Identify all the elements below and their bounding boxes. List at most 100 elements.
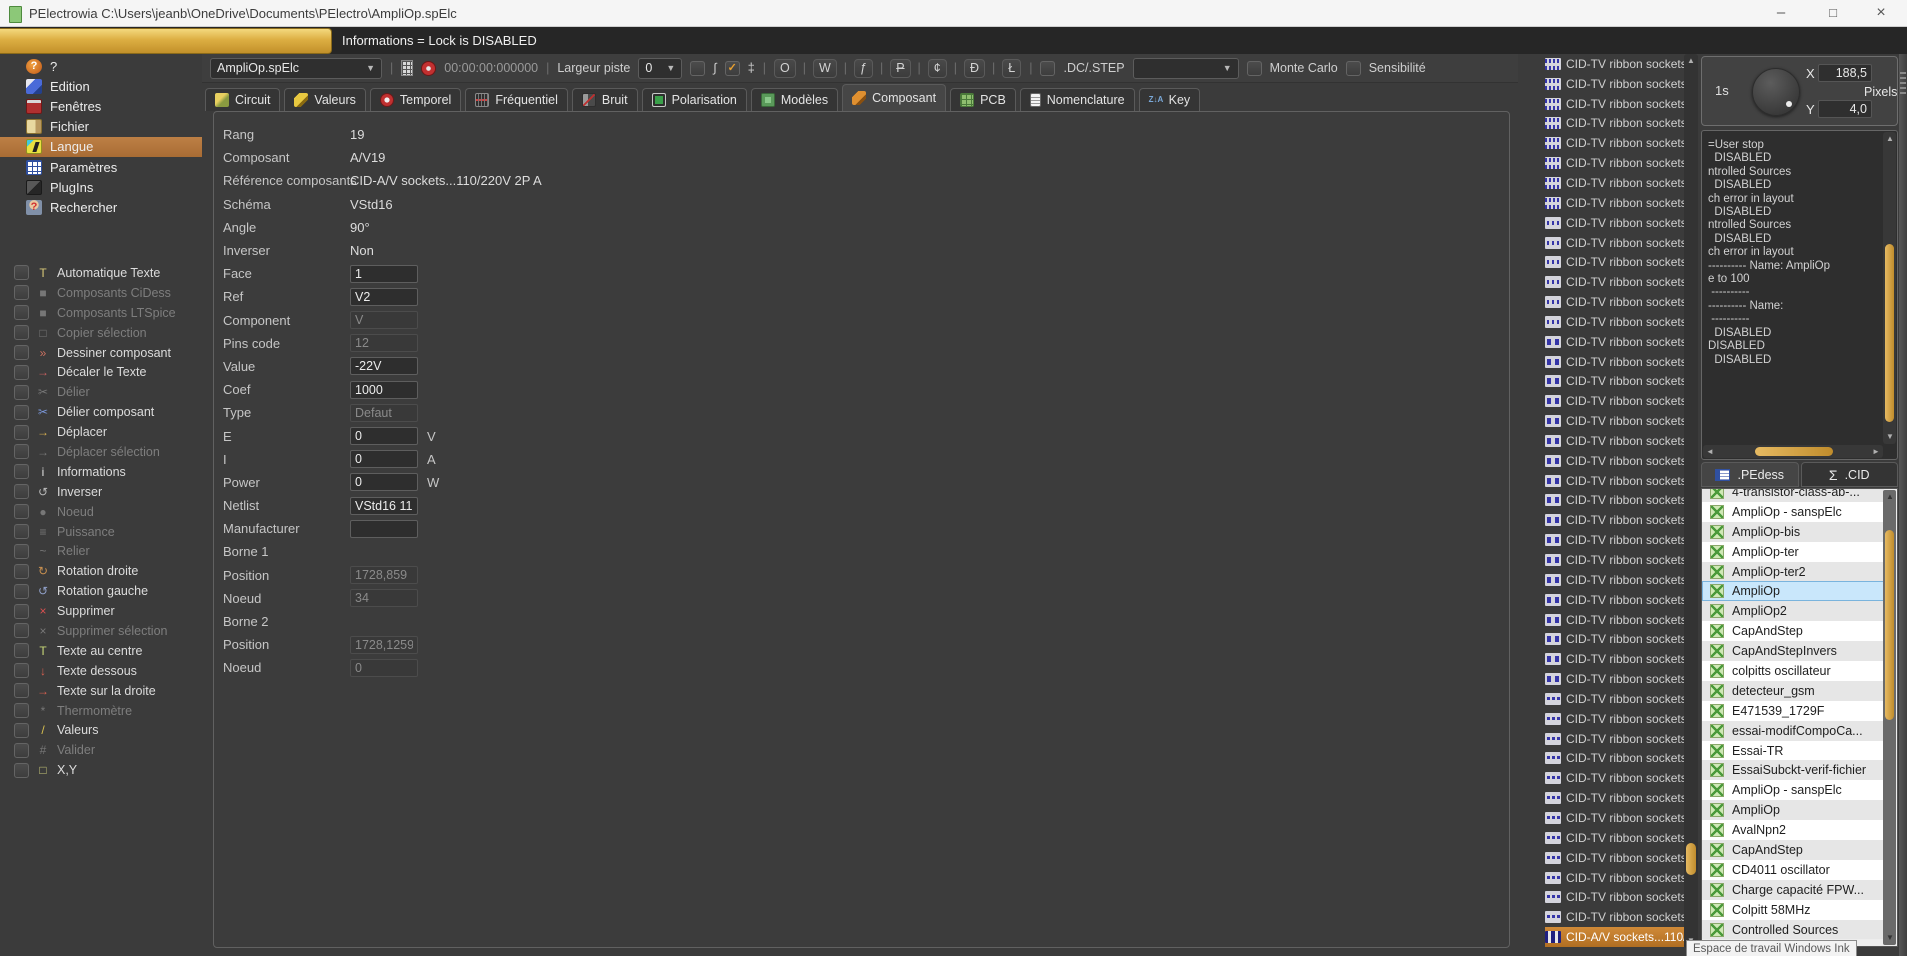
value-field[interactable] <box>350 357 418 375</box>
tool-checkbox[interactable] <box>14 544 29 559</box>
scroll-up-icon[interactable]: ▲ <box>1883 132 1897 146</box>
component-list-item[interactable]: CID-TV ribbon sockets <box>1545 391 1684 411</box>
tool-checkbox[interactable] <box>14 504 29 519</box>
tab-pcb[interactable]: PCB <box>950 88 1016 111</box>
tool-checkbox[interactable] <box>14 365 29 380</box>
tool-item-informations[interactable]: iInformations <box>14 462 204 482</box>
component-list-item[interactable]: CID-TV ribbon sockets <box>1545 649 1684 669</box>
component-list-item[interactable]: CID-TV ribbon sockets <box>1545 570 1684 590</box>
tool-checkbox[interactable] <box>14 345 29 360</box>
largeur-piste-select[interactable]: 0 ▼ <box>638 58 682 79</box>
component-list-item[interactable]: CID-TV ribbon sockets <box>1545 193 1684 213</box>
tab-valeurs[interactable]: Valeurs <box>284 88 365 111</box>
tool-checkbox[interactable] <box>14 305 29 320</box>
sidebar-item-fen-tres[interactable]: Fenêtres <box>0 96 202 116</box>
speed-knob[interactable] <box>1752 68 1800 116</box>
component-list-item[interactable]: CID-TV ribbon sockets <box>1545 848 1684 868</box>
component-list-item[interactable]: CID-TV ribbon sockets <box>1545 352 1684 372</box>
file-row[interactable]: Controlled Sources <box>1702 920 1884 940</box>
sidebar-item-param-tres[interactable]: Paramètres <box>0 157 202 177</box>
file-row[interactable]: AmpliOp-bis <box>1702 522 1884 542</box>
file-row[interactable]: essai-modifCompoCa... <box>1702 721 1884 741</box>
tool-item-x-y[interactable]: □X,Y <box>14 760 204 780</box>
component-list-item[interactable]: CID-TV ribbon sockets <box>1545 669 1684 689</box>
tool-item-dessiner-composant[interactable]: »Dessiner composant <box>14 343 204 363</box>
component-list-item[interactable]: CID-TV ribbon sockets <box>1545 471 1684 491</box>
splitter-grip-icon[interactable] <box>1900 72 1906 94</box>
file-row[interactable]: E471539_1729F <box>1702 701 1884 721</box>
file-row[interactable]: EssaiSubckt-verif-fichier <box>1702 760 1884 780</box>
component-list-item[interactable]: CID-TV ribbon sockets <box>1545 272 1684 292</box>
file-list-scrollbar[interactable]: ▲ ▼ <box>1883 490 1896 945</box>
component-list-item[interactable]: CID-TV ribbon sockets <box>1545 887 1684 907</box>
file-row[interactable]: CapAndStepInvers <box>1702 641 1884 661</box>
tool-checkbox[interactable] <box>14 524 29 539</box>
tool-item-texte-sur-la-droite[interactable]: →Texte sur la droite <box>14 681 204 701</box>
file-row[interactable]: colpitts oscillateur <box>1702 661 1884 681</box>
component-list-item[interactable]: CID-TV ribbon sockets <box>1545 451 1684 471</box>
component-list-item[interactable]: CID-TV ribbon sockets <box>1545 411 1684 431</box>
file-row[interactable]: Colpitt 58MHz <box>1702 900 1884 920</box>
component-list-item[interactable]: CID-TV ribbon sockets <box>1545 233 1684 253</box>
file-row[interactable]: AmpliOp2 <box>1702 601 1884 621</box>
file-row[interactable]: AmpliOp-ter2 <box>1702 562 1884 582</box>
component-list-item[interactable]: CID-TV ribbon sockets <box>1545 94 1684 114</box>
component-list-item[interactable]: CID-TV ribbon sockets <box>1545 173 1684 193</box>
sidebar-item-rechercher[interactable]: ?Rechercher <box>0 197 202 217</box>
component-list-item[interactable]: CID-TV ribbon sockets <box>1545 491 1684 511</box>
tab-pedess[interactable]: .PEdess <box>1701 462 1799 487</box>
tool-checkbox[interactable] <box>14 763 29 778</box>
monte-carlo-checkbox[interactable] <box>1247 61 1262 76</box>
tool-checkbox[interactable] <box>14 405 29 420</box>
unit-button-item[interactable]: ¢ <box>928 59 947 78</box>
tab-fr-quentiel[interactable]: Fréquentiel <box>465 88 568 111</box>
tool-checkbox[interactable] <box>14 623 29 638</box>
scroll-up-icon[interactable]: ▲ <box>1883 490 1897 504</box>
component-list-item[interactable]: CID-TV ribbon sockets <box>1545 510 1684 530</box>
component-list-item[interactable]: CID-TV ribbon sockets <box>1545 749 1684 769</box>
unit-button-p[interactable]: P <box>890 59 910 78</box>
right-edge-splitter[interactable] <box>1899 54 1907 956</box>
tool-item-texte-au-centre[interactable]: TTexte au centre <box>14 641 204 661</box>
y-coordinate-field[interactable] <box>1818 100 1872 118</box>
scrollbar-thumb[interactable] <box>1885 530 1894 720</box>
component-list-scrollbar[interactable]: ▲ ▼ <box>1684 54 1698 948</box>
sidebar-item-plugins[interactable]: PlugIns <box>0 177 202 197</box>
tool-checkbox[interactable] <box>14 444 29 459</box>
sidebar-item-fichier[interactable]: Fichier <box>0 117 202 137</box>
schema-select[interactable]: AmpliOp.spElc ▼ <box>210 58 382 79</box>
e-field[interactable] <box>350 427 418 445</box>
tab-cid[interactable]: Σ.CID <box>1801 462 1899 487</box>
tab-bruit[interactable]: Bruit <box>572 88 638 111</box>
power-field[interactable] <box>350 473 418 491</box>
file-row[interactable]: CapAndStep <box>1702 621 1884 641</box>
file-row[interactable]: AmpliOp-ter <box>1702 542 1884 562</box>
x-coordinate-field[interactable] <box>1818 64 1872 82</box>
tool-item-valeurs[interactable]: /Valeurs <box>14 720 204 740</box>
tool-item-automatique-texte[interactable]: TAutomatique Texte <box>14 263 204 283</box>
component-list-item[interactable]: CID-TV ribbon sockets <box>1545 114 1684 134</box>
component-list-item[interactable]: CID-TV ribbon sockets <box>1545 292 1684 312</box>
file-row[interactable]: AvalNpn2 <box>1702 820 1884 840</box>
component-list-item[interactable]: CID-TV ribbon sockets <box>1545 431 1684 451</box>
tool-item-d-lier-composant[interactable]: ✂Délier composant <box>14 402 204 422</box>
component-list-item[interactable]: CID-TV ribbon sockets <box>1545 550 1684 570</box>
i-field[interactable] <box>350 450 418 468</box>
tool-checkbox[interactable] <box>14 265 29 280</box>
tab-key[interactable]: Z↓AKey <box>1139 88 1201 111</box>
close-button[interactable]: × <box>1858 0 1904 26</box>
tool-checkbox[interactable] <box>14 604 29 619</box>
tool-item-texte-dessous[interactable]: ↓Texte dessous <box>14 661 204 681</box>
tool-checkbox[interactable] <box>14 683 29 698</box>
minimize-button[interactable]: – <box>1758 0 1804 26</box>
tool-item-rotation-gauche[interactable]: ↺Rotation gauche <box>14 581 204 601</box>
tool-checkbox[interactable] <box>14 385 29 400</box>
sensibilite-checkbox[interactable] <box>1346 61 1361 76</box>
manufacturer-field[interactable] <box>350 520 418 538</box>
component-list-item[interactable]: CID-TV ribbon sockets <box>1545 768 1684 788</box>
scrollbar-thumb[interactable] <box>1885 244 1894 422</box>
file-row[interactable]: Charge capacité FPW... <box>1702 880 1884 900</box>
scroll-down-icon[interactable]: ▼ <box>1883 931 1897 945</box>
tool-checkbox[interactable] <box>14 564 29 579</box>
tool-checkbox[interactable] <box>14 484 29 499</box>
